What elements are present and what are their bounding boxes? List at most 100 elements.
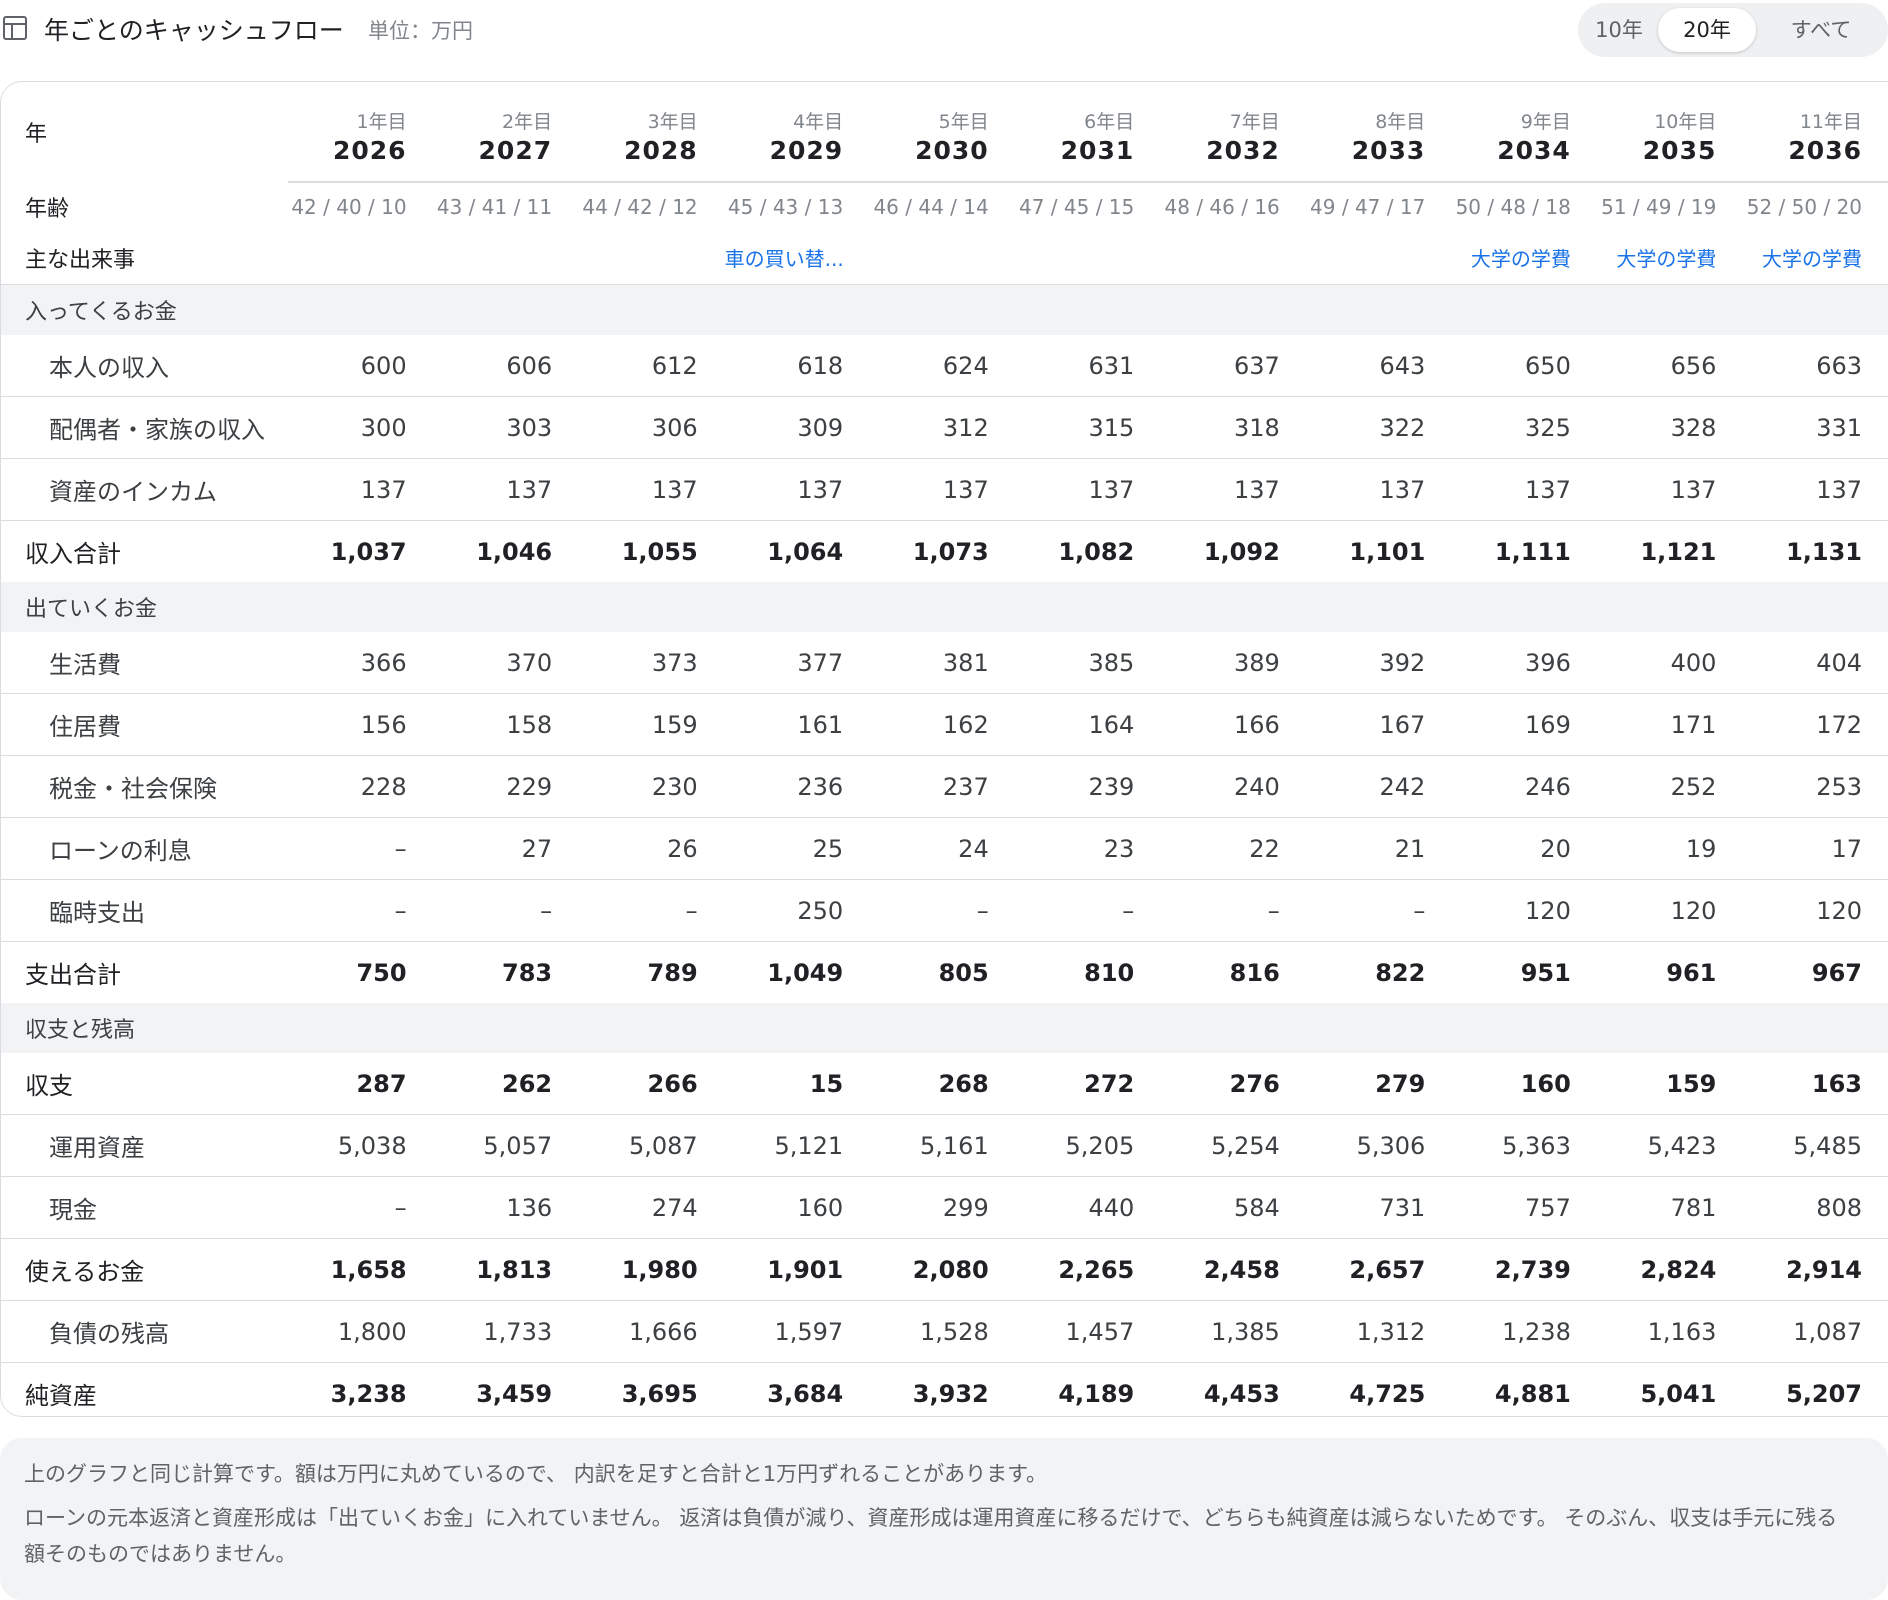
value-cell: 392	[1306, 632, 1453, 694]
row-label: 臨時支出	[1, 879, 289, 942]
event-link[interactable]: 大学の学費	[1471, 247, 1571, 271]
value-cell: 246	[1452, 755, 1598, 818]
value-cell: 279	[1306, 1053, 1453, 1115]
value-cell: 137	[724, 458, 871, 521]
value-cell: 137	[1743, 458, 1888, 521]
value-cell: 643	[1306, 335, 1453, 397]
table-row: 負債の残高 1,800 1,733 1,666 1,597 1,528 1,457 1,385…	[1, 1300, 1888, 1363]
age-cell: 44 / 42 / 12	[579, 181, 725, 231]
value-cell: 303	[433, 396, 580, 459]
row-label: ローンの利息	[1, 817, 289, 880]
table-row: 臨時支出 – – –250– – – –120 120 120	[1, 879, 1888, 942]
value-cell: 2,824	[1597, 1238, 1744, 1301]
value-cell: 236	[724, 755, 871, 818]
table-row: 純資産 3,238 3,459 3,695 3,684 3,932 4,189 4,453 4,…	[1, 1363, 1888, 1417]
value-cell: 137	[1015, 458, 1162, 521]
value-cell: 252	[1597, 755, 1744, 818]
value-cell: 5,254	[1161, 1114, 1307, 1177]
event-link[interactable]: 車の買い替...	[725, 247, 844, 271]
value-cell: 322	[1306, 396, 1453, 459]
value-cell: 1,733	[433, 1300, 580, 1363]
year-value: 2026	[333, 135, 407, 165]
event-row: 主な出来事 車の買い替... 大学の学費 大学の学費 大学の学費	[1, 231, 1888, 285]
value-cell: 1,055	[621, 537, 698, 566]
value-cell: 370	[433, 632, 580, 694]
event-cell	[1161, 231, 1307, 285]
row-label: 収入合計	[25, 540, 121, 568]
unit-label: 単位：万円	[368, 19, 473, 43]
year-header-row: 年 1年目 2026 2年目 2027 3年目 2028 4年目 2029 5年目 2030 6年目 2…	[1, 82, 1888, 182]
event-cell	[870, 231, 1016, 285]
value-cell: 808	[1743, 1176, 1888, 1239]
event-cell: 大学の学費	[1452, 231, 1598, 285]
value-cell: 22	[1161, 817, 1307, 880]
year-index: 10年目	[1654, 110, 1717, 133]
value-cell: 23	[1015, 817, 1162, 880]
value-cell: 4,189	[1058, 1379, 1135, 1408]
table-row: 税金・社会保険 228 229 230 236 237 239 240 242 246 252 253	[1, 755, 1888, 818]
value-cell: 810	[1084, 958, 1135, 987]
value-cell: 300	[288, 396, 434, 459]
value-cell: 272	[1015, 1053, 1162, 1115]
row-label: 支出合計	[25, 961, 121, 989]
range-all-button[interactable]: すべて	[1760, 8, 1882, 52]
year-header-cell: 1年目 2026	[288, 82, 434, 182]
value-cell: 5,121	[724, 1114, 871, 1177]
value-cell: 5,306	[1306, 1114, 1453, 1177]
year-index: 5年目	[938, 110, 989, 133]
value-cell: 1,163	[1597, 1300, 1744, 1363]
value-cell: 25	[724, 817, 871, 880]
table-row: 配偶者・家族の収入 300 303 306 309 312 315 318 322 325 328 3…	[1, 396, 1888, 459]
year-index: 6年目	[1084, 110, 1135, 133]
value-cell: 163	[1743, 1053, 1888, 1115]
table-icon	[3, 16, 27, 40]
table-row: 本人の収入 600 606 612 618 624 631 637 643 650 656 663	[1, 335, 1888, 397]
year-header-cell: 9年目 2034	[1452, 82, 1598, 182]
section-header-row: 収支と残高	[1, 1003, 1888, 1053]
value-cell: 1,238	[1452, 1300, 1598, 1363]
event-cell	[579, 231, 725, 285]
value-cell: 789	[647, 958, 698, 987]
year-index: 8年目	[1375, 110, 1426, 133]
value-cell: 318	[1161, 396, 1307, 459]
value-cell: 27	[433, 817, 580, 880]
notes-box: 上のグラフと同じ計算です。額は万円に丸めているので、 内訳を足すと合計と1万円ず…	[0, 1438, 1888, 1600]
range-10y-button[interactable]: 10年	[1584, 8, 1654, 52]
range-20y-button[interactable]: 20年	[1658, 8, 1756, 52]
value-cell: 276	[1161, 1053, 1307, 1115]
value-cell: 137	[1597, 458, 1744, 521]
table-row: 支出合計 750 783 789 1,049 805 810 816 822 951 961 967	[1, 942, 1888, 1004]
value-cell: 172	[1743, 693, 1888, 756]
value-cell: 951	[1520, 958, 1571, 987]
value-cell: 404	[1743, 632, 1888, 694]
value-cell: 4,725	[1349, 1379, 1426, 1408]
value-cell: 656	[1597, 335, 1744, 397]
age-cell: 48 / 46 / 16	[1161, 181, 1307, 231]
table-row: 使えるお金 1,658 1,813 1,980 1,901 2,080 2,265 2,458…	[1, 1238, 1888, 1301]
value-cell: 262	[433, 1053, 580, 1115]
value-cell: 268	[870, 1053, 1016, 1115]
value-cell: 731	[1306, 1176, 1453, 1239]
row-label: 使えるお金	[1, 1238, 289, 1301]
event-link[interactable]: 大学の学費	[1616, 247, 1716, 271]
value-cell: 250	[724, 879, 871, 942]
value-cell: 5,087	[579, 1114, 725, 1177]
row-label: 負債の残高	[1, 1300, 289, 1363]
value-cell: 612	[579, 335, 725, 397]
value-cell: 1,980	[579, 1238, 725, 1301]
value-cell: 961	[1666, 958, 1717, 987]
value-cell: 328	[1597, 396, 1744, 459]
value-cell: 21	[1306, 817, 1453, 880]
value-cell: 137	[1452, 458, 1598, 521]
value-cell: 5,205	[1015, 1114, 1162, 1177]
value-cell: 5,363	[1452, 1114, 1598, 1177]
value-cell: 5,038	[288, 1114, 434, 1177]
value-cell: 239	[1015, 755, 1162, 818]
value-cell: 5,161	[870, 1114, 1016, 1177]
section-title: 出ていくお金	[1, 582, 1888, 632]
value-cell: 137	[1306, 458, 1453, 521]
note-loan: ローンの元本返済と資産形成は「出ていくお金」に入れていません。 返済は負債が減り…	[24, 1506, 1838, 1566]
year-header-cell: 10年目 2035	[1598, 82, 1744, 182]
value-cell: 396	[1452, 632, 1598, 694]
event-link[interactable]: 大学の学費	[1762, 247, 1862, 271]
